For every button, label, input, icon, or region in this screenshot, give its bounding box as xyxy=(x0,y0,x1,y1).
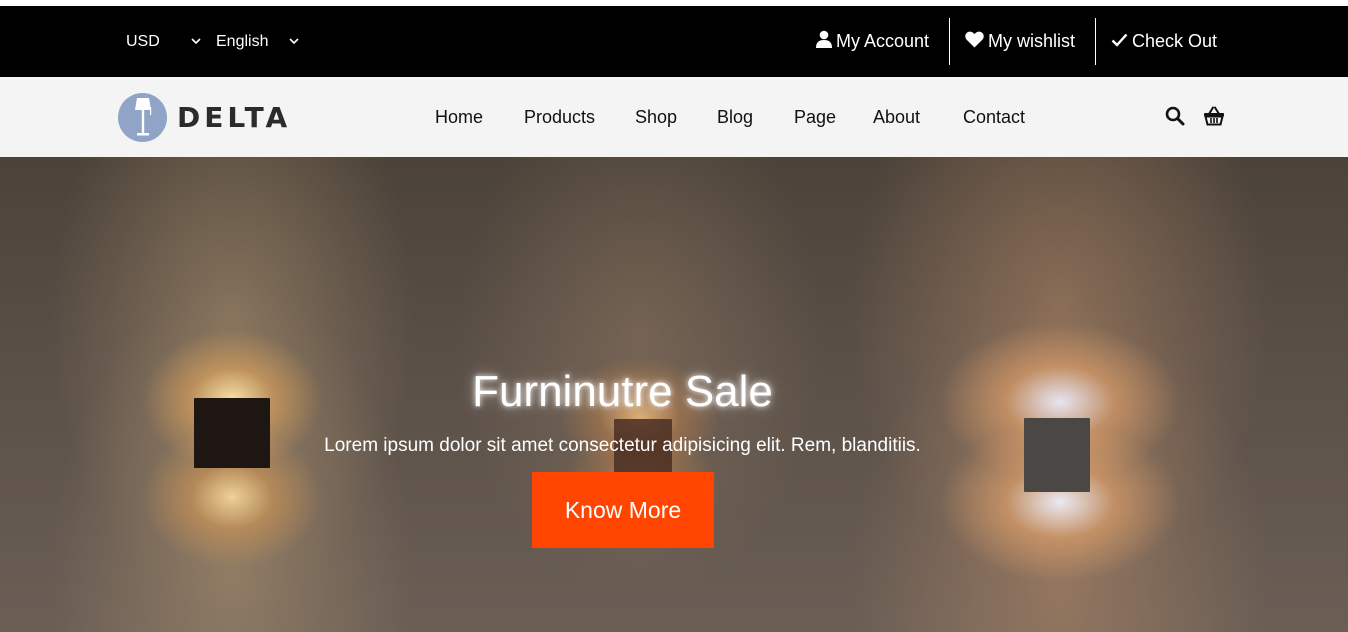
search-icon[interactable] xyxy=(1164,105,1186,127)
brand-name: DELTA xyxy=(177,100,292,134)
my-account-link[interactable]: My Account xyxy=(816,6,929,77)
chevron-down-icon xyxy=(190,36,202,48)
my-wishlist-link[interactable]: My wishlist xyxy=(965,6,1075,77)
currency-select[interactable]: USD xyxy=(126,6,202,77)
lamp-icon xyxy=(118,92,167,142)
language-select[interactable]: English xyxy=(216,6,300,77)
nav-blog[interactable]: Blog xyxy=(717,77,753,157)
check-out-label: Check Out xyxy=(1132,31,1218,51)
basket-icon[interactable] xyxy=(1203,105,1225,127)
divider xyxy=(1095,18,1096,65)
language-label: English xyxy=(216,32,269,50)
check-out-link[interactable]: Check Out xyxy=(1111,6,1217,77)
hero-title: Furninutre Sale xyxy=(472,367,773,416)
my-account-label: My Account xyxy=(836,31,930,51)
divider xyxy=(949,18,950,65)
hero-banner: Furninutre Sale Lorem ipsum dolor sit am… xyxy=(0,157,1348,632)
brand-logo[interactable]: DELTA xyxy=(118,92,291,142)
top-bar: USD English My Account My wishlist Check… xyxy=(0,6,1348,77)
nav-home[interactable]: Home xyxy=(435,77,483,157)
hero-subtitle: Lorem ipsum dolor sit amet consectetur a… xyxy=(324,435,921,456)
nav-shop[interactable]: Shop xyxy=(635,77,677,157)
my-wishlist-label: My wishlist xyxy=(988,31,1076,51)
nav-contact[interactable]: Contact xyxy=(963,77,1025,157)
know-more-button[interactable]: Know More xyxy=(532,472,714,548)
chevron-down-icon xyxy=(288,36,300,48)
check-icon xyxy=(1111,31,1132,52)
currency-label: USD xyxy=(126,32,160,50)
nav-about[interactable]: About xyxy=(873,77,920,157)
nav-products[interactable]: Products xyxy=(524,77,595,157)
heart-icon xyxy=(965,31,988,53)
main-navbar: DELTA Home Products Shop Blog Page About… xyxy=(0,77,1348,157)
nav-page[interactable]: Page xyxy=(794,77,836,157)
user-icon xyxy=(816,30,836,53)
